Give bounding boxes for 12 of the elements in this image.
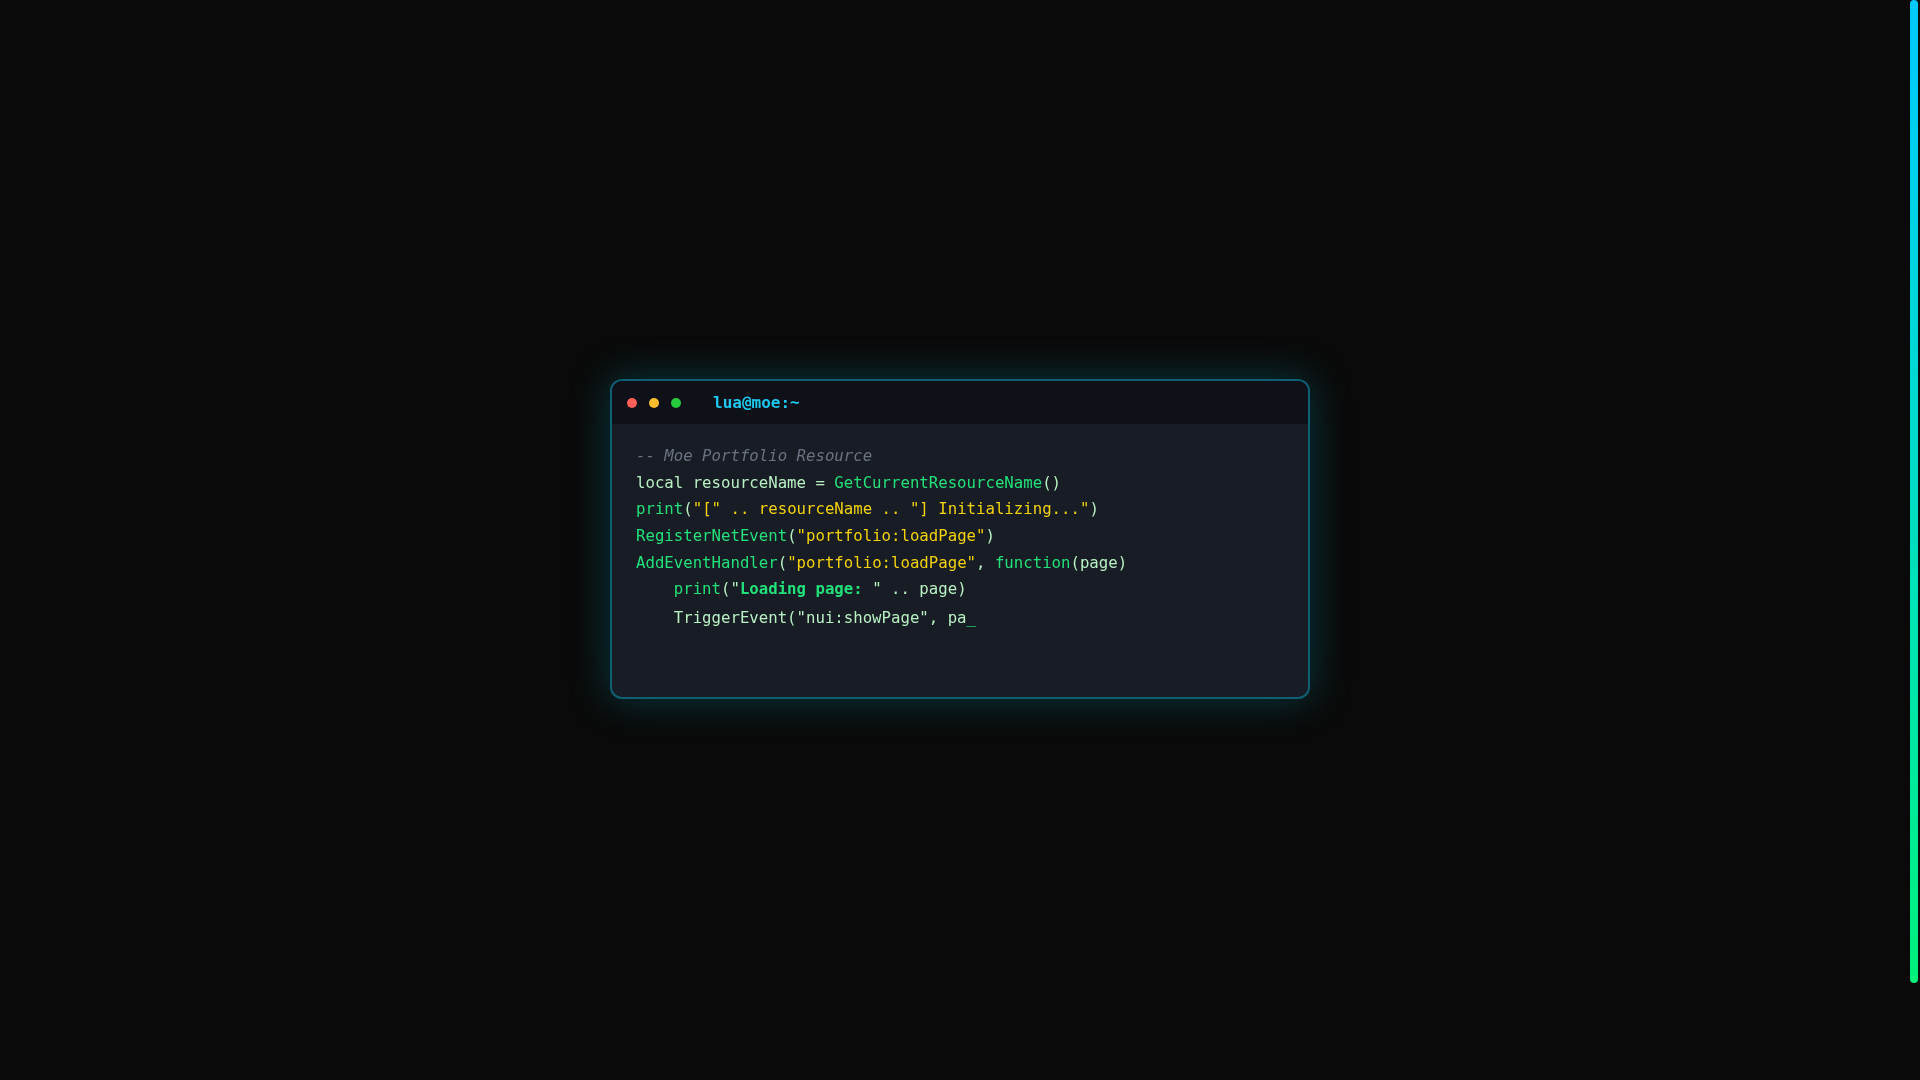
code-line: RegisterNetEvent("portfolio:loadPage")	[636, 525, 995, 548]
scrollbar[interactable]	[1910, 0, 1918, 983]
close-icon[interactable]	[627, 397, 637, 408]
code-line: TriggerEvent("nui:showPage", pa_	[673, 607, 976, 630]
code-line: print("[" .. resourceName .. "] Initializing...")	[636, 498, 1099, 521]
window-title: lua@moe:~	[713, 391, 800, 414]
maximize-icon[interactable]	[671, 397, 681, 408]
code-line: local resourceName = GetCurrentResourceName()	[636, 471, 1062, 494]
minimize-icon[interactable]	[649, 397, 659, 408]
code-line: print("Loading page: " .. page)	[673, 578, 967, 601]
code-line: AddEventHandler("portfolio:loadPage", function(page)	[636, 551, 1128, 574]
code-comment: -- Moe Portfolio Resource	[636, 445, 873, 467]
